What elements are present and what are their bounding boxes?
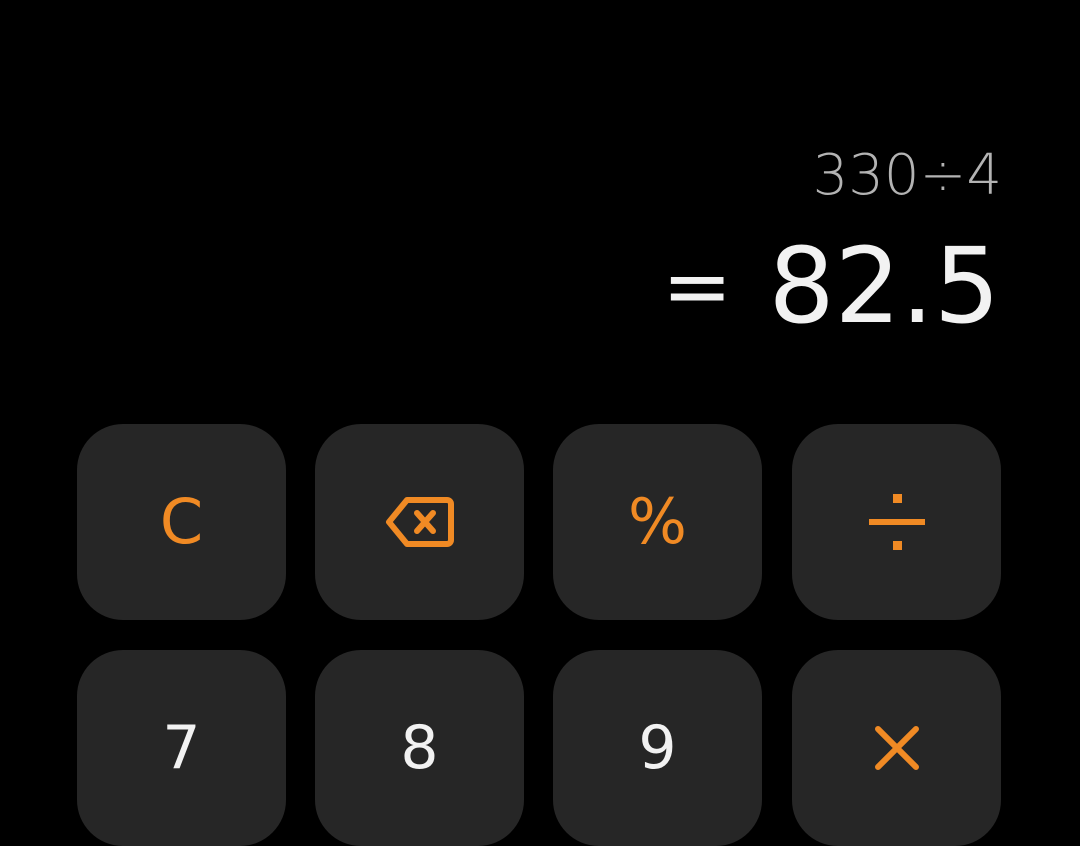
expression-text: 330÷4 bbox=[812, 143, 1002, 208]
digit-7-button[interactable]: 7 bbox=[77, 650, 286, 846]
digit-9-label: 9 bbox=[638, 713, 677, 783]
divide-icon bbox=[867, 492, 927, 552]
result-value: 82.5 bbox=[768, 225, 1000, 347]
percent-button[interactable]: % bbox=[553, 424, 762, 620]
digit-8-label: 8 bbox=[400, 713, 439, 783]
result-display: = 82.5 bbox=[662, 226, 1000, 346]
equals-sign: = bbox=[662, 237, 733, 335]
digit-8-button[interactable]: 8 bbox=[315, 650, 524, 846]
clear-label: C bbox=[159, 485, 204, 558]
calculator-display: 330÷4 = 82.5 bbox=[0, 0, 1080, 400]
clear-button[interactable]: C bbox=[77, 424, 286, 620]
digit-7-label: 7 bbox=[162, 713, 201, 783]
multiply-button[interactable] bbox=[792, 650, 1001, 846]
divide-button[interactable] bbox=[792, 424, 1001, 620]
digit-9-button[interactable]: 9 bbox=[553, 650, 762, 846]
backspace-icon bbox=[385, 496, 455, 548]
multiply-icon bbox=[872, 723, 922, 773]
backspace-button[interactable] bbox=[315, 424, 524, 620]
percent-label: % bbox=[628, 485, 687, 558]
